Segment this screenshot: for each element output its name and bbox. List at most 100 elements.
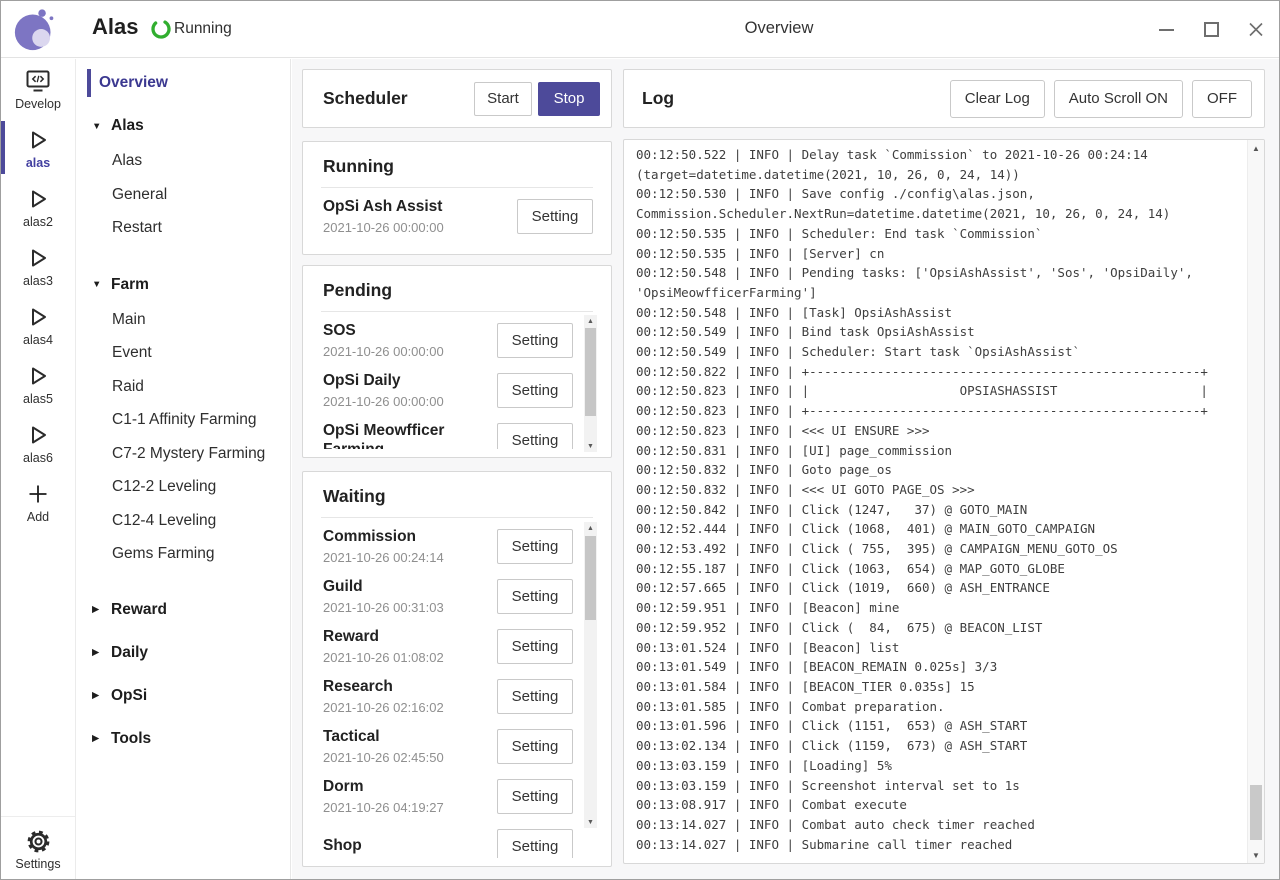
log-line: 00:13:14.027 | INFO | Combat auto check …: [636, 815, 1245, 835]
main-content: Scheduler Start Stop Running OpSi Ash As…: [292, 59, 1279, 879]
task-setting-button[interactable]: Setting: [497, 373, 573, 408]
chevron-down-icon: [92, 279, 107, 290]
minimize-button[interactable]: [1158, 22, 1174, 38]
task-time: 2021-10-26 01:08:02: [323, 650, 473, 665]
nav-group-label: Farm: [111, 276, 149, 294]
auto-scroll-off-button[interactable]: OFF: [1192, 80, 1252, 118]
task-info: Shop: [323, 836, 473, 855]
task-setting-button[interactable]: Setting: [497, 529, 573, 564]
nav-item-c7-2-mystery-farming[interactable]: C7-2 Mystery Farming: [77, 437, 290, 471]
log-line: 00:12:50.823 | INFO | +-----------------…: [636, 401, 1245, 421]
nav-item-gems-farming[interactable]: Gems Farming: [77, 537, 290, 571]
close-button[interactable]: [1248, 22, 1264, 38]
task-setting-button[interactable]: Setting: [497, 779, 573, 814]
nav-group-label: OpSi: [111, 687, 147, 705]
nav-item-alas[interactable]: Alas: [77, 144, 290, 178]
scheduler-panel: Scheduler Start Stop: [302, 69, 612, 128]
task-info: Tactical2021-10-26 02:45:50: [323, 727, 473, 764]
log-line: 00:13:01.549 | INFO | [BEACON_REMAIN 0.0…: [636, 657, 1245, 677]
task-name: OpSi Meowfficer Farming: [323, 421, 473, 449]
rail-item-add[interactable]: Add: [1, 472, 75, 531]
start-button[interactable]: Start: [474, 82, 532, 116]
task-setting-button[interactable]: Setting: [497, 323, 573, 358]
task-info: OpSi Meowfficer Farming: [323, 421, 473, 449]
task-time: 2021-10-26 00:00:00: [323, 220, 473, 235]
log-title: Log: [642, 88, 674, 109]
nav-item-c12-2-leveling[interactable]: C12-2 Leveling: [77, 470, 290, 504]
task-setting-button[interactable]: Setting: [497, 829, 573, 859]
task-setting-button[interactable]: Setting: [497, 729, 573, 764]
scheduler-buttons: Start Stop: [474, 82, 600, 116]
log-line: 00:12:50.831 | INFO | [UI] page_commissi…: [636, 441, 1245, 461]
app-title: Alas: [92, 14, 138, 40]
scrollbar-thumb[interactable]: [585, 536, 596, 620]
chevron-right-icon: [92, 733, 107, 744]
task-setting-button[interactable]: Setting: [497, 579, 573, 614]
pending-scrollbar[interactable]: [584, 315, 597, 452]
nav-item-restart[interactable]: Restart: [77, 211, 290, 245]
task-row: OpSi Daily2021-10-26 00:00:00Setting: [323, 365, 573, 415]
rail-item-label: Develop: [15, 97, 61, 111]
task-setting-button[interactable]: Setting: [497, 679, 573, 714]
task-name: Commission: [323, 527, 473, 546]
rail-item-alas[interactable]: alas: [1, 118, 75, 177]
maximize-button[interactable]: [1203, 22, 1219, 38]
nav-item-c12-4-leveling[interactable]: C12-4 Leveling: [77, 504, 290, 538]
rail-item-alas6[interactable]: alas6: [1, 413, 75, 472]
left-rail-items: Develop alasalas2alas3alas4alas5alas6Add: [1, 59, 75, 531]
log-line: 00:12:50.535 | INFO | Scheduler: End tas…: [636, 224, 1245, 244]
rail-item-alas4[interactable]: alas4: [1, 295, 75, 354]
task-info: Guild2021-10-26 00:31:03: [323, 577, 473, 614]
scroll-down-icon[interactable]: [584, 816, 597, 828]
waiting-scrollbar[interactable]: [584, 522, 597, 828]
task-time: 2021-10-26 04:19:27: [323, 800, 473, 815]
pending-task-list: SOS2021-10-26 00:00:00SettingOpSi Daily2…: [323, 315, 573, 449]
play-icon: [25, 420, 51, 450]
chevron-down-icon: [92, 121, 107, 132]
left-rail: Developalasalas2alas3alas4alas5alas6Add …: [1, 59, 76, 879]
task-row: Commission2021-10-26 00:24:14Setting: [323, 521, 573, 571]
rail-item-alas2[interactable]: alas2: [1, 177, 75, 236]
nav-group-opsi[interactable]: OpSi: [77, 684, 290, 708]
task-setting-button[interactable]: Setting: [497, 629, 573, 664]
stop-button[interactable]: Stop: [538, 82, 600, 116]
nav-group-daily[interactable]: Daily: [77, 641, 290, 665]
nav-item-overview[interactable]: Overview: [77, 72, 290, 94]
scroll-up-icon[interactable]: [1248, 140, 1264, 156]
task-setting-button[interactable]: Setting: [517, 199, 593, 234]
nav-item-main[interactable]: Main: [77, 303, 290, 337]
gear-icon: [25, 826, 52, 856]
scroll-up-icon[interactable]: [584, 522, 597, 534]
app-window: Alas Running Overview Developalasalas2al…: [0, 0, 1280, 880]
scrollbar-thumb[interactable]: [585, 328, 596, 416]
nav-group-farm[interactable]: Farm: [77, 273, 290, 297]
scroll-up-icon[interactable]: [584, 315, 597, 327]
rail-item-alas3[interactable]: alas3: [1, 236, 75, 295]
log-scrollbar[interactable]: [1247, 140, 1264, 863]
pending-panel: Pending SOS2021-10-26 00:00:00SettingOpS…: [302, 265, 612, 458]
titlebar: Alas Running Overview: [1, 1, 1279, 58]
rail-item-alas5[interactable]: alas5: [1, 354, 75, 413]
log-line: 00:12:59.951 | INFO | [Beacon] mine: [636, 598, 1245, 618]
auto-scroll-on-button[interactable]: Auto Scroll ON: [1054, 80, 1183, 118]
nav-item-general[interactable]: General: [77, 178, 290, 212]
log-line: 00:12:57.665 | INFO | Click (1019, 660) …: [636, 578, 1245, 598]
nav-group-label: Daily: [111, 644, 148, 662]
clear-log-button[interactable]: Clear Log: [950, 80, 1045, 118]
nav-group-tools[interactable]: Tools: [77, 727, 290, 751]
nav-group-alas[interactable]: Alas: [77, 114, 290, 138]
scroll-down-icon[interactable]: [584, 440, 597, 452]
scroll-down-icon[interactable]: [1248, 847, 1264, 863]
task-setting-button[interactable]: Setting: [497, 423, 573, 450]
nav-item-c1-1-affinity-farming[interactable]: C1-1 Affinity Farming: [77, 403, 290, 437]
task-row: OpSi Meowfficer Farming Setting: [323, 415, 573, 449]
nav-group-reward[interactable]: Reward: [77, 598, 290, 622]
task-row: Reward2021-10-26 01:08:02Setting: [323, 621, 573, 671]
play-icon: [25, 125, 51, 155]
rail-item-develop[interactable]: Develop: [1, 59, 75, 118]
log-line: 00:12:50.823 | INFO | | OPSIASHASSIST |: [636, 381, 1245, 401]
nav-item-raid[interactable]: Raid: [77, 370, 290, 404]
scrollbar-thumb[interactable]: [1250, 785, 1262, 840]
nav-item-event[interactable]: Event: [77, 336, 290, 370]
rail-item-settings[interactable]: Settings: [1, 816, 75, 879]
